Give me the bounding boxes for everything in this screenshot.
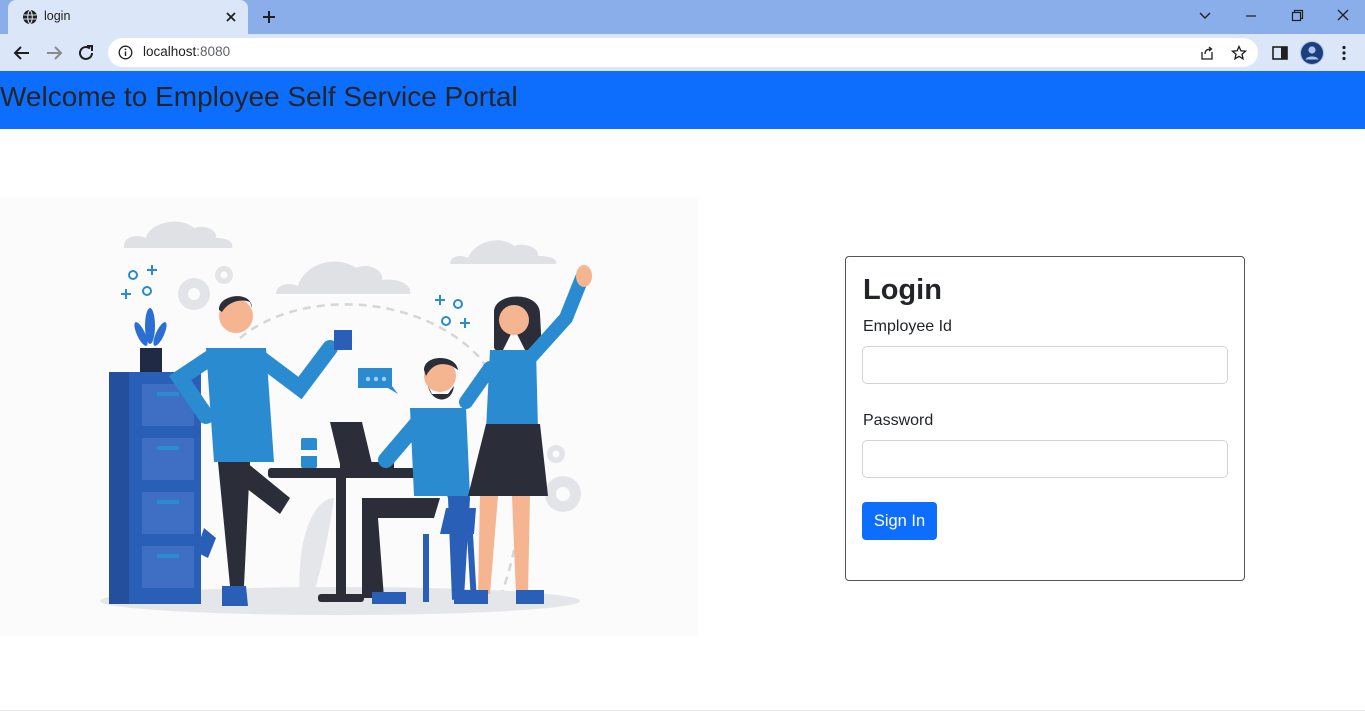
site-info-icon[interactable] — [118, 45, 133, 60]
login-title: Login — [863, 274, 942, 306]
url-text: localhost:8080 — [143, 44, 230, 59]
bookmark-star-icon[interactable] — [1231, 45, 1247, 61]
back-arrow-icon[interactable] — [11, 42, 33, 64]
office-team-illustration-image — [100, 221, 592, 615]
browser-tab-strip: login — [0, 0, 1365, 34]
close-window-icon[interactable] — [1332, 6, 1354, 26]
side-panel-icon[interactable] — [1271, 44, 1289, 62]
employee-id-label: Employee Id — [863, 318, 952, 335]
browser-tab[interactable]: login — [8, 0, 248, 34]
tab-title: login — [44, 9, 71, 23]
forward-arrow-icon[interactable] — [43, 42, 65, 64]
browser-toolbar: localhost:8080 — [0, 34, 1365, 71]
password-label: Password — [863, 412, 934, 429]
employee-id-input[interactable] — [862, 346, 1228, 384]
tab-search-chevron-icon[interactable] — [1194, 6, 1216, 26]
url-host: localhost — [143, 44, 197, 59]
more-menu-icon[interactable] — [1335, 44, 1353, 62]
page-title: Welcome to Employee Self Service Portal — [0, 81, 518, 112]
login-card: Login Employee Id Password Sign In — [845, 256, 1245, 581]
reload-icon[interactable] — [75, 42, 97, 64]
url-port: :8080 — [196, 44, 231, 59]
restore-icon[interactable] — [1286, 6, 1308, 26]
globe-icon — [23, 9, 37, 25]
new-tab-icon[interactable] — [260, 8, 278, 26]
close-tab-icon[interactable] — [223, 9, 239, 25]
share-icon[interactable] — [1199, 45, 1215, 61]
page-header: Welcome to Employee Self Service Portal — [0, 71, 1365, 129]
profile-avatar[interactable] — [1300, 41, 1324, 65]
address-bar[interactable]: localhost:8080 — [108, 38, 1258, 67]
minimize-icon[interactable] — [1240, 6, 1262, 26]
page-bottom-divider — [0, 710, 1365, 711]
sign-in-button[interactable]: Sign In — [862, 502, 937, 540]
person-icon — [1301, 42, 1323, 64]
password-input[interactable] — [862, 440, 1228, 478]
team-illustration — [0, 198, 698, 636]
